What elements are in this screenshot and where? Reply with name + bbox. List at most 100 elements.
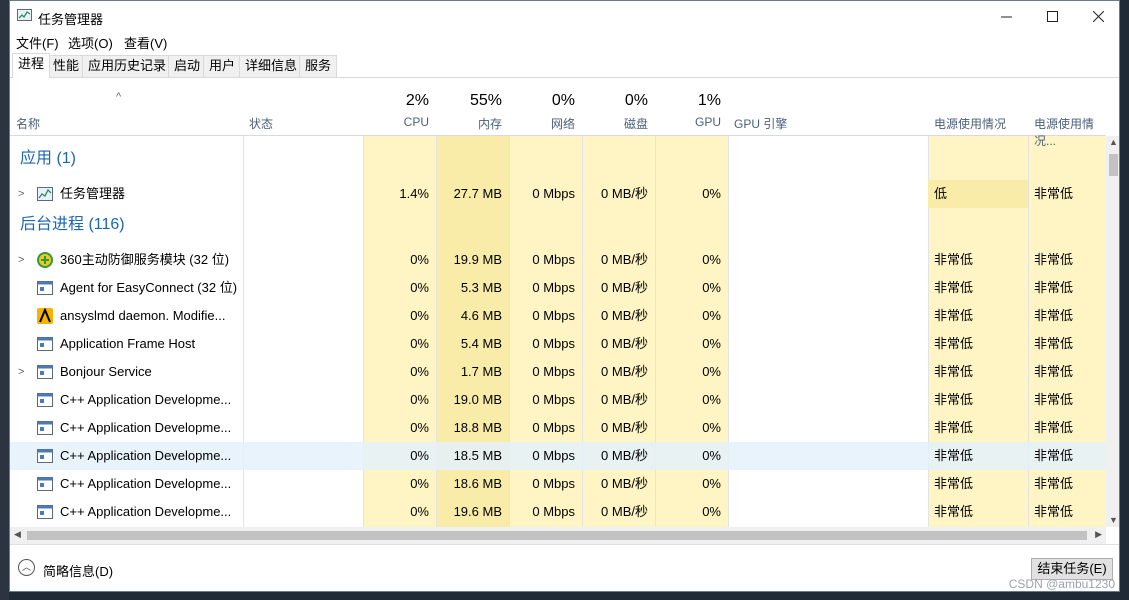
process-name: C++ Application Developme... — [60, 504, 232, 519]
header-status[interactable]: 状态 — [243, 87, 363, 135]
process-power-trend-value: 非常低 — [1034, 504, 1074, 519]
process-net-value: 0 Mbps — [532, 392, 575, 407]
tab-processes[interactable]: 进程 — [12, 53, 51, 78]
group-title: 后台进程 (116) — [20, 216, 125, 233]
process-name: C++ Application Developme... — [60, 476, 232, 491]
process-power-trend-value: 非常低 — [1034, 336, 1074, 351]
process-net-value: 0 Mbps — [532, 364, 575, 379]
process-cpu-value: 0% — [410, 308, 429, 323]
process-disk-value: 0 MB/秒 — [601, 420, 648, 435]
sort-up-icon: ^ — [116, 91, 122, 103]
tab-users[interactable]: 用户 — [203, 55, 242, 77]
desktop-background — [0, 0, 9, 600]
footer: ︿ 简略信息(D) 结束任务(E) — [10, 544, 1119, 591]
process-power-trend-value: 非常低 — [1034, 364, 1074, 379]
scroll-thumb[interactable] — [1109, 154, 1118, 176]
header-memory[interactable]: 55% 内存 — [436, 87, 509, 135]
header-network[interactable]: 0% 网络 — [509, 87, 582, 135]
process-mem-value: 1.7 MB — [460, 364, 502, 379]
expand-chevron-icon[interactable]: > — [18, 358, 24, 386]
header-name[interactable]: ^ 名称 — [10, 87, 243, 135]
process-power-trend-value: 非常低 — [1034, 392, 1074, 407]
process-net-value: 0 Mbps — [532, 252, 575, 267]
process-power-value: 非常低 — [934, 364, 974, 379]
process-power-trend-value: 非常低 — [1034, 308, 1074, 323]
scroll-up-icon[interactable]: ▲ — [1109, 137, 1118, 147]
process-mem-value: 19.9 MB — [453, 252, 502, 267]
tab-app-history[interactable]: 应用历史记录 — [82, 55, 173, 77]
header-disk[interactable]: 0% 磁盘 — [582, 87, 655, 135]
process-power-trend-value: 非常低 — [1034, 476, 1074, 491]
disk-total: 0% — [624, 92, 648, 109]
process-mem-value: 18.8 MB — [453, 420, 502, 435]
fewer-details-link[interactable]: 简略信息(D) — [43, 561, 113, 580]
group-title: 应用 (1) — [20, 150, 77, 167]
header-power[interactable]: 电源使用情况 — [928, 87, 1028, 135]
process-power-trend-value: 非常低 — [1034, 420, 1074, 435]
collapse-icon[interactable]: ︿ — [18, 559, 35, 576]
process-gpu-value: 0% — [702, 420, 721, 435]
process-disk-value: 0 MB/秒 — [601, 504, 648, 519]
process-row[interactable]: C++ Application Developme... 0% 19.0 MB 0 M… — [10, 386, 1106, 414]
process-gpu-value: 0% — [702, 392, 721, 407]
header-cpu[interactable]: 2% CPU — [363, 87, 436, 135]
maximize-icon[interactable] — [1029, 1, 1075, 31]
process-cpu-value: 0% — [410, 252, 429, 267]
close-icon[interactable] — [1075, 1, 1119, 31]
process-row[interactable]: >360主动防御服务模块 (32 位) 0% 19.9 MB 0 Mbps 0 MB/秒… — [10, 246, 1106, 274]
process-row[interactable]: C++ Application Developme... 0% 18.5 MB 0 M… — [10, 442, 1106, 470]
process-row[interactable]: C++ Application Developme... 0% 19.6 MB 0 M… — [10, 498, 1106, 526]
gpu-total: 1% — [697, 92, 721, 109]
process-disk-value: 0 MB/秒 — [601, 392, 648, 407]
process-cpu-value: 0% — [410, 448, 429, 463]
process-name: ansyslmd daemon. Modifie... — [60, 308, 226, 323]
cpu-total: 2% — [405, 92, 429, 109]
menu-options[interactable]: 选项(O) — [68, 33, 113, 52]
process-cpu-value: 0% — [410, 364, 429, 379]
minimize-icon[interactable] — [983, 1, 1029, 31]
process-name: Application Frame Host — [60, 336, 196, 351]
tab-services[interactable]: 服务 — [299, 55, 338, 77]
process-row[interactable]: C++ Application Developme... 0% 18.8 MB 0 M… — [10, 414, 1106, 442]
window-icon — [37, 477, 53, 491]
tab-startup[interactable]: 启动 — [168, 55, 207, 77]
menu-bar: 文件(F) 选项(O) 查看(V) — [10, 31, 1119, 51]
header-gpu[interactable]: 1% GPU — [655, 87, 728, 135]
scroll-right-icon[interactable]: ▶ — [1095, 529, 1102, 540]
header-gpu-label: GPU — [694, 115, 721, 129]
window-icon — [37, 421, 53, 435]
process-power-value: 非常低 — [934, 420, 974, 435]
process-disk-value: 0 MB/秒 — [601, 308, 648, 323]
tab-performance[interactable]: 性能 — [47, 55, 86, 77]
process-net-value: 0 Mbps — [532, 308, 575, 323]
process-row[interactable]: Agent for EasyConnect (32 位) 0% 5.3 MB 0 Mb… — [10, 274, 1106, 302]
header-gpu-engine[interactable]: GPU 引擎 — [728, 87, 928, 135]
horizontal-scrollbar[interactable]: ◀ ▶ — [10, 527, 1106, 544]
ansys-icon — [37, 307, 53, 324]
process-power-value: 非常低 — [934, 504, 974, 519]
process-mem-value: 19.0 MB — [453, 392, 502, 407]
menu-view[interactable]: 查看(V) — [124, 33, 167, 52]
process-net-value: 0 Mbps — [532, 280, 575, 295]
group-header: 后台进程 (116) — [10, 202, 1106, 236]
header-power-trend[interactable]: 电源使用情况... — [1028, 87, 1106, 148]
process-disk-value: 0 MB/秒 — [601, 336, 648, 351]
expand-chevron-icon[interactable]: > — [18, 246, 24, 274]
process-row[interactable]: ansyslmd daemon. Modifie... 0% 4.6 MB 0 Mbp… — [10, 302, 1106, 330]
scroll-left-icon[interactable]: ◀ — [14, 529, 21, 540]
scroll-down-icon[interactable]: ▼ — [1109, 515, 1118, 525]
process-row[interactable]: Application Frame Host 0% 5.4 MB 0 Mbps 0 MB… — [10, 330, 1106, 358]
process-gpu-value: 0% — [702, 364, 721, 379]
tab-details[interactable]: 详细信息 — [239, 55, 304, 77]
window-icon — [37, 281, 53, 295]
360-icon — [37, 252, 53, 268]
process-disk-value: 0 MB/秒 — [601, 364, 648, 379]
header-name-label: 名称 — [16, 117, 41, 131]
process-row[interactable]: > Bonjour Service 0% 1.7 MB 0 Mbps 0 MB/秒 0% 非常… — [10, 358, 1106, 386]
title-bar[interactable]: 任务管理器 — [10, 1, 1119, 31]
scroll-thumb-horizontal[interactable] — [27, 531, 1087, 540]
process-row[interactable]: C++ Application Developme... 0% 18.6 MB 0 M… — [10, 470, 1106, 498]
window-icon — [37, 505, 53, 519]
vertical-scrollbar[interactable]: ▲ ▼ — [1106, 136, 1119, 527]
menu-file[interactable]: 文件(F) — [16, 33, 59, 52]
